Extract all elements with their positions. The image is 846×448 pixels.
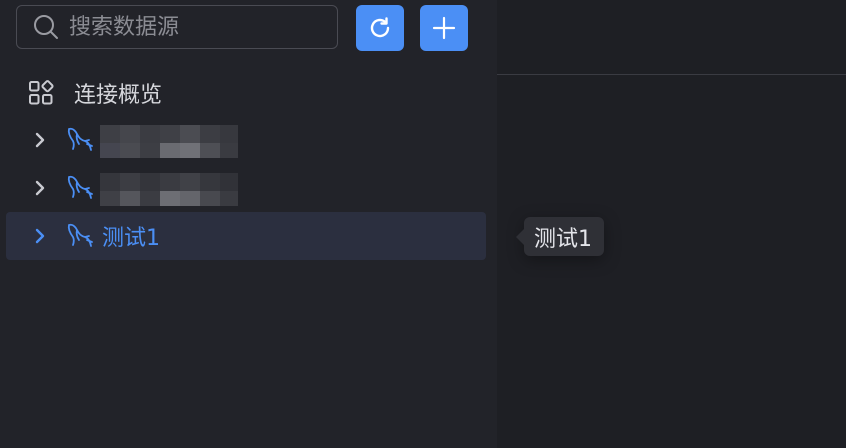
- mysql-dolphin-icon: [64, 124, 96, 156]
- header-divider: [497, 74, 846, 75]
- connection-overview-label: 连接概览: [74, 83, 163, 108]
- search-icon: [31, 12, 61, 42]
- mysql-dolphin-icon: [64, 172, 96, 204]
- datasource-item-active[interactable]: 测试1: [6, 212, 486, 260]
- plus-icon: [432, 16, 456, 40]
- datasource-item[interactable]: [6, 116, 486, 164]
- add-datasource-button[interactable]: [420, 5, 468, 51]
- refresh-button[interactable]: [356, 5, 404, 51]
- redacted-label: [100, 170, 240, 206]
- grid-icon: [29, 80, 54, 105]
- app-window: 连接概览: [0, 0, 846, 448]
- tooltip-arrow: [516, 229, 524, 245]
- chevron-right-icon[interactable]: [30, 178, 50, 198]
- tooltip: 测试1: [516, 217, 604, 256]
- redacted-label: [100, 122, 240, 158]
- chevron-right-icon[interactable]: [30, 130, 50, 150]
- tooltip-text: 测试1: [534, 226, 592, 252]
- search-input[interactable]: [69, 14, 319, 40]
- datasource-item[interactable]: [6, 164, 486, 212]
- mysql-dolphin-icon: [64, 220, 96, 252]
- datasource-label: 测试1: [102, 226, 160, 251]
- sidebar: 连接概览: [0, 0, 497, 448]
- refresh-icon: [370, 17, 390, 38]
- chevron-right-icon[interactable]: [30, 226, 50, 246]
- search-box[interactable]: [16, 5, 338, 49]
- connection-overview-item[interactable]: 连接概览: [28, 75, 162, 111]
